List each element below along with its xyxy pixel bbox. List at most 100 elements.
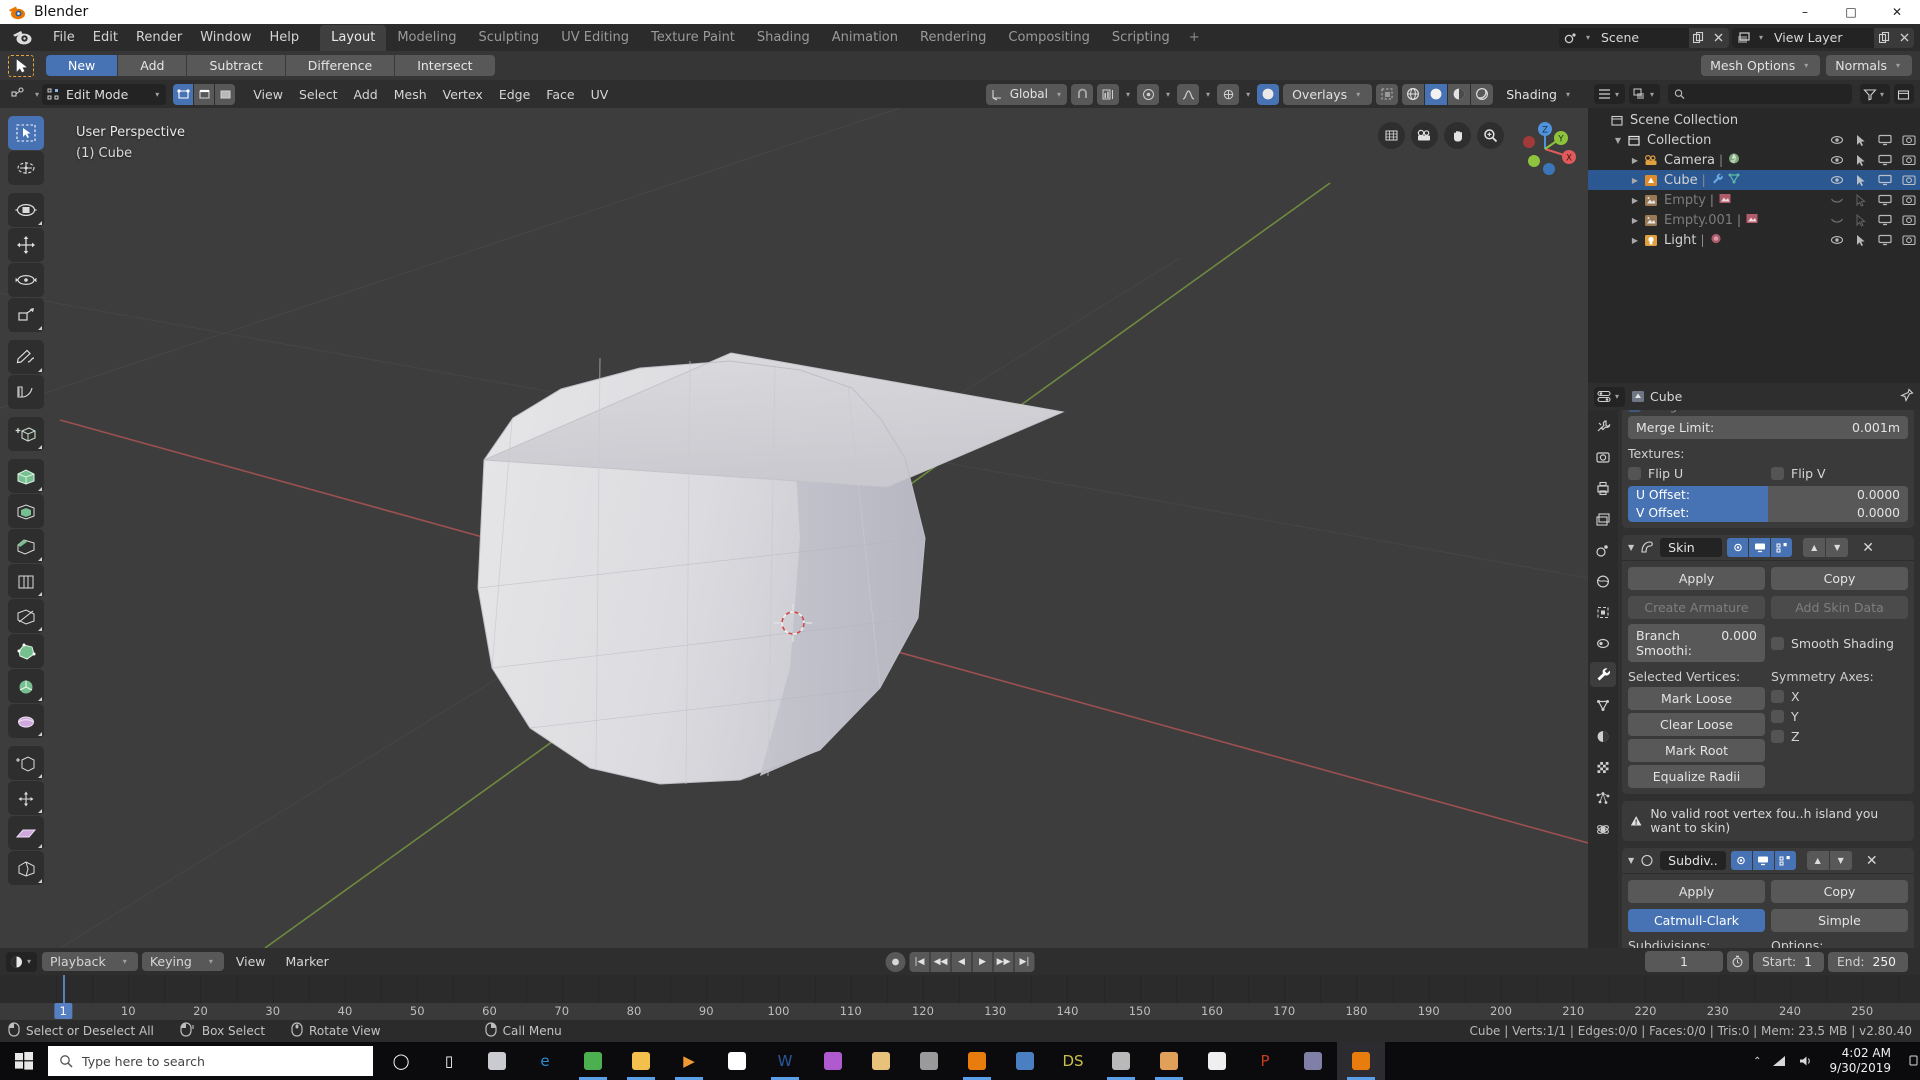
image-data-icon[interactable] [1745, 212, 1759, 229]
overlays-dropdown[interactable]: Overlays ▾ [1283, 83, 1373, 105]
delete-subdivision-modifier-button[interactable]: ✕ [1863, 853, 1881, 869]
poly-build-tool-button[interactable] [8, 634, 44, 668]
mode-selector[interactable]: Edit Mode ▾ [42, 83, 167, 105]
expand-triangle-icon[interactable]: ▼ [1628, 856, 1634, 865]
camera-icon[interactable] [1901, 174, 1916, 186]
flip-u-checkbox[interactable] [1628, 467, 1641, 480]
taskbar-zbrush-icon[interactable] [1001, 1042, 1049, 1080]
play-reverse-button[interactable]: ◀ [951, 951, 972, 972]
expand-triangle-icon[interactable]: ▼ [1628, 543, 1634, 552]
viewport-menu-mesh[interactable]: Mesh [386, 85, 435, 104]
cursor-arrow-off-icon[interactable] [1853, 193, 1868, 207]
boolean-mode-intersect[interactable]: Intersect [395, 55, 495, 76]
smooth-shading-row[interactable]: Smooth Shading [1771, 636, 1908, 651]
subsurf-apply-button[interactable]: Apply [1628, 880, 1765, 903]
jump-to-next-keyframe-button[interactable]: ▶▶ [993, 951, 1014, 972]
jump-to-start-button[interactable]: |◀ [909, 951, 930, 972]
camera-icon[interactable] [1901, 234, 1916, 246]
camera-data-icon[interactable] [1727, 152, 1741, 169]
flip-v-row[interactable]: Flip V [1771, 466, 1908, 481]
shear-tool-button[interactable] [8, 816, 44, 850]
viewport-menu-face[interactable]: Face [538, 85, 582, 104]
skin-copy-button[interactable]: Copy [1771, 567, 1908, 590]
workspace-tab-layout[interactable]: Layout [320, 25, 387, 51]
volume-icon[interactable] [1798, 1054, 1813, 1068]
taskbar-blender-active-icon[interactable] [1337, 1042, 1385, 1080]
properties-physics-tab[interactable] [1590, 817, 1616, 842]
camera-view-icon[interactable] [1411, 122, 1438, 149]
blender-menu-logo-icon[interactable] [12, 28, 34, 48]
taskbar-microsoft-store-icon[interactable] [713, 1042, 761, 1080]
workspace-tab--[interactable]: + [1181, 25, 1208, 51]
cursor-arrow-icon[interactable] [1853, 174, 1868, 187]
show-in-edit-mode-button[interactable] [1771, 538, 1793, 557]
show-in-render-button[interactable] [1730, 851, 1752, 870]
play-button[interactable]: ▶ [972, 951, 993, 972]
outliner-search-input[interactable] [1689, 87, 1846, 101]
disclosure-closed-icon[interactable]: ▶ [1628, 216, 1642, 225]
workspace-tab-uv-editing[interactable]: UV Editing [550, 25, 640, 51]
catmull-clark-button[interactable]: Catmull-Clark [1628, 909, 1765, 932]
loop-cut-tool-button[interactable] [8, 564, 44, 598]
subdivision-modifier-header[interactable]: ▼ Subdiv.. ▲ ▼ ✕ [1622, 848, 1914, 874]
viewport-menu-edge[interactable]: Edge [491, 85, 538, 104]
workspace-tab-animation[interactable]: Animation [821, 25, 909, 51]
rendered-shading-button[interactable] [1471, 83, 1494, 105]
mesh-options-dropdown[interactable]: Mesh Options ▾ [1701, 55, 1821, 76]
toggle-orthographic-perspective-icon[interactable] [1378, 122, 1405, 149]
outliner-search[interactable] [1668, 84, 1852, 104]
cursor-arrow-icon[interactable] [1853, 154, 1868, 167]
branch-smoothing-field[interactable]: Branch Smoothi: 0.000 [1628, 624, 1765, 662]
pan-view-hand-icon[interactable] [1444, 122, 1471, 149]
timeline-playhead[interactable] [63, 975, 66, 1003]
monitor-icon[interactable] [1877, 234, 1892, 246]
start-frame-field[interactable]: Start: 1 [1752, 951, 1824, 972]
properties-content[interactable]: Merge Merge Limit: 0.001m Textures: [1618, 410, 1920, 948]
skin-modifier-header[interactable]: ▼ Skin ▲ ▼ ✕ [1622, 535, 1914, 561]
menu-edit[interactable]: Edit [84, 27, 127, 48]
menu-file[interactable]: File [44, 27, 84, 48]
show-in-viewport-button[interactable] [1749, 538, 1771, 557]
symmetry-axis-y-checkbox[interactable] [1771, 710, 1784, 723]
taskbar-edge-browser-icon[interactable]: e [521, 1042, 569, 1080]
symmetry-axis-y-row[interactable]: Y [1771, 709, 1908, 724]
new-scene-button[interactable] [1688, 27, 1709, 48]
bevel-tool-button[interactable] [8, 529, 44, 563]
monitor-icon[interactable] [1877, 134, 1892, 146]
merge-limit-field[interactable]: Merge Limit: 0.001m [1628, 416, 1908, 439]
outliner-row-collection[interactable]: ▼ Collection [1588, 130, 1920, 150]
transform-orientation-dropdown[interactable]: Global ▾ [985, 83, 1068, 105]
skin-mark-loose-button[interactable]: Mark Loose [1628, 687, 1765, 710]
shading-popover[interactable]: Shading ▾ [1497, 84, 1582, 105]
rip-region-tool-button[interactable] [8, 851, 44, 885]
properties-scene-tab[interactable] [1590, 538, 1616, 563]
taskbar-daz-studio-icon[interactable]: DS [1049, 1042, 1097, 1080]
xray-toggle-icon[interactable] [1376, 83, 1399, 105]
disclosure-closed-icon[interactable]: ▶ [1628, 176, 1642, 185]
outliner-row-empty[interactable]: ▶ Empty | [1588, 190, 1920, 210]
rotate-tool-button[interactable] [8, 263, 44, 297]
taskbar-mixamo-icon[interactable] [1193, 1042, 1241, 1080]
workspace-tab-texture-paint[interactable]: Texture Paint [640, 25, 746, 51]
workspace-tab-compositing[interactable]: Compositing [997, 25, 1101, 51]
material-preview-shading-button[interactable] [1448, 83, 1471, 105]
normals-dropdown[interactable]: Normals ▾ [1826, 55, 1912, 76]
view-axis-gizmo[interactable]: Z Y X [1512, 116, 1578, 182]
move-modifier-down-button[interactable]: ▼ [1829, 851, 1852, 870]
spin-tool-button[interactable] [8, 669, 44, 703]
timeline-menu-playback[interactable]: Playback ▾ [42, 952, 138, 971]
disclosure-closed-icon[interactable]: ▶ [1628, 156, 1642, 165]
outliner-row-camera[interactable]: ▶ Camera | [1588, 150, 1920, 170]
auto-keying-record-icon[interactable] [885, 951, 906, 972]
select-box-tool-button[interactable] [8, 193, 44, 227]
timeline-track[interactable]: ❯ [0, 975, 1920, 1024]
taskbar-cortana-icon[interactable]: ◯ [377, 1042, 425, 1080]
new-view-layer-button[interactable] [1874, 27, 1894, 48]
stopwatch-icon[interactable] [1726, 951, 1749, 972]
unlink-scene-button[interactable] [1708, 27, 1729, 48]
jump-to-end-button[interactable]: ▶| [1014, 951, 1035, 972]
smooth-tool-button[interactable] [8, 704, 44, 738]
eye-open-icon[interactable] [1829, 234, 1844, 246]
show-in-edit-mode-button[interactable] [1774, 851, 1796, 870]
outliner-display-mode-dropdown[interactable]: ▾ [1629, 84, 1661, 104]
